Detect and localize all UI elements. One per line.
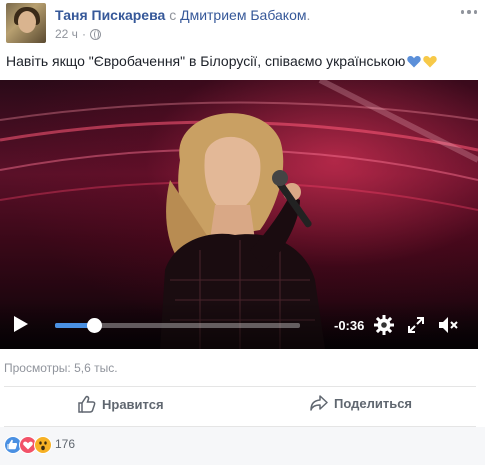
- globe-icon[interactable]: [89, 28, 101, 40]
- mute-icon[interactable]: [438, 315, 460, 335]
- author-line: Таня Пискарева с Дмитрием Бабаком.: [55, 6, 310, 24]
- reaction-count[interactable]: 176: [55, 437, 75, 451]
- tagged-person-link[interactable]: Дмитрием Бабаком: [180, 7, 306, 23]
- post-actions: Нравится Поделиться: [0, 389, 480, 421]
- post-meta: 22 ч ·: [55, 27, 101, 41]
- blue-heart-icon: [407, 55, 422, 68]
- avatar[interactable]: [6, 3, 46, 43]
- play-icon[interactable]: [14, 316, 28, 332]
- video-controls: -0:36: [0, 301, 478, 349]
- reaction-icons[interactable]: [4, 436, 52, 454]
- share-icon: [310, 395, 328, 411]
- tagged-suffix: .: [306, 7, 311, 23]
- yellow-heart-icon: [423, 55, 438, 68]
- feed-post: Таня Пискарева с Дмитрием Бабаком. 22 ч …: [0, 0, 485, 465]
- video-player[interactable]: -0:36: [0, 80, 478, 349]
- post-header: Таня Пискарева с Дмитрием Бабаком. 22 ч …: [0, 0, 485, 48]
- with-word: с: [169, 7, 177, 23]
- thumbs-up-icon: [78, 395, 96, 413]
- reactions-summary: 176: [0, 427, 485, 465]
- progress-knob[interactable]: [87, 318, 103, 333]
- share-label: Поделиться: [334, 395, 413, 411]
- post-text: Навіть якщо "Євробачення" в Білорусії, с…: [6, 53, 438, 69]
- post-timestamp[interactable]: 22 ч: [55, 27, 78, 41]
- video-progress-bar[interactable]: [55, 318, 300, 333]
- expand-icon[interactable]: [407, 316, 425, 334]
- wow-reaction-icon: [34, 436, 52, 454]
- share-button[interactable]: Поделиться: [310, 395, 412, 411]
- post-message: Навіть якщо "Євробачення" в Білорусії, с…: [6, 53, 406, 69]
- like-button[interactable]: Нравится: [78, 395, 164, 413]
- divider: [4, 386, 476, 387]
- gear-icon[interactable]: [374, 315, 394, 335]
- more-options-icon[interactable]: [461, 10, 477, 16]
- view-count: Просмотры: 5,6 тыс.: [4, 361, 118, 375]
- meta-separator: ·: [81, 27, 86, 41]
- time-remaining: -0:36: [334, 318, 365, 333]
- author-name-link[interactable]: Таня Пискарева: [55, 7, 165, 23]
- like-label: Нравится: [102, 396, 164, 412]
